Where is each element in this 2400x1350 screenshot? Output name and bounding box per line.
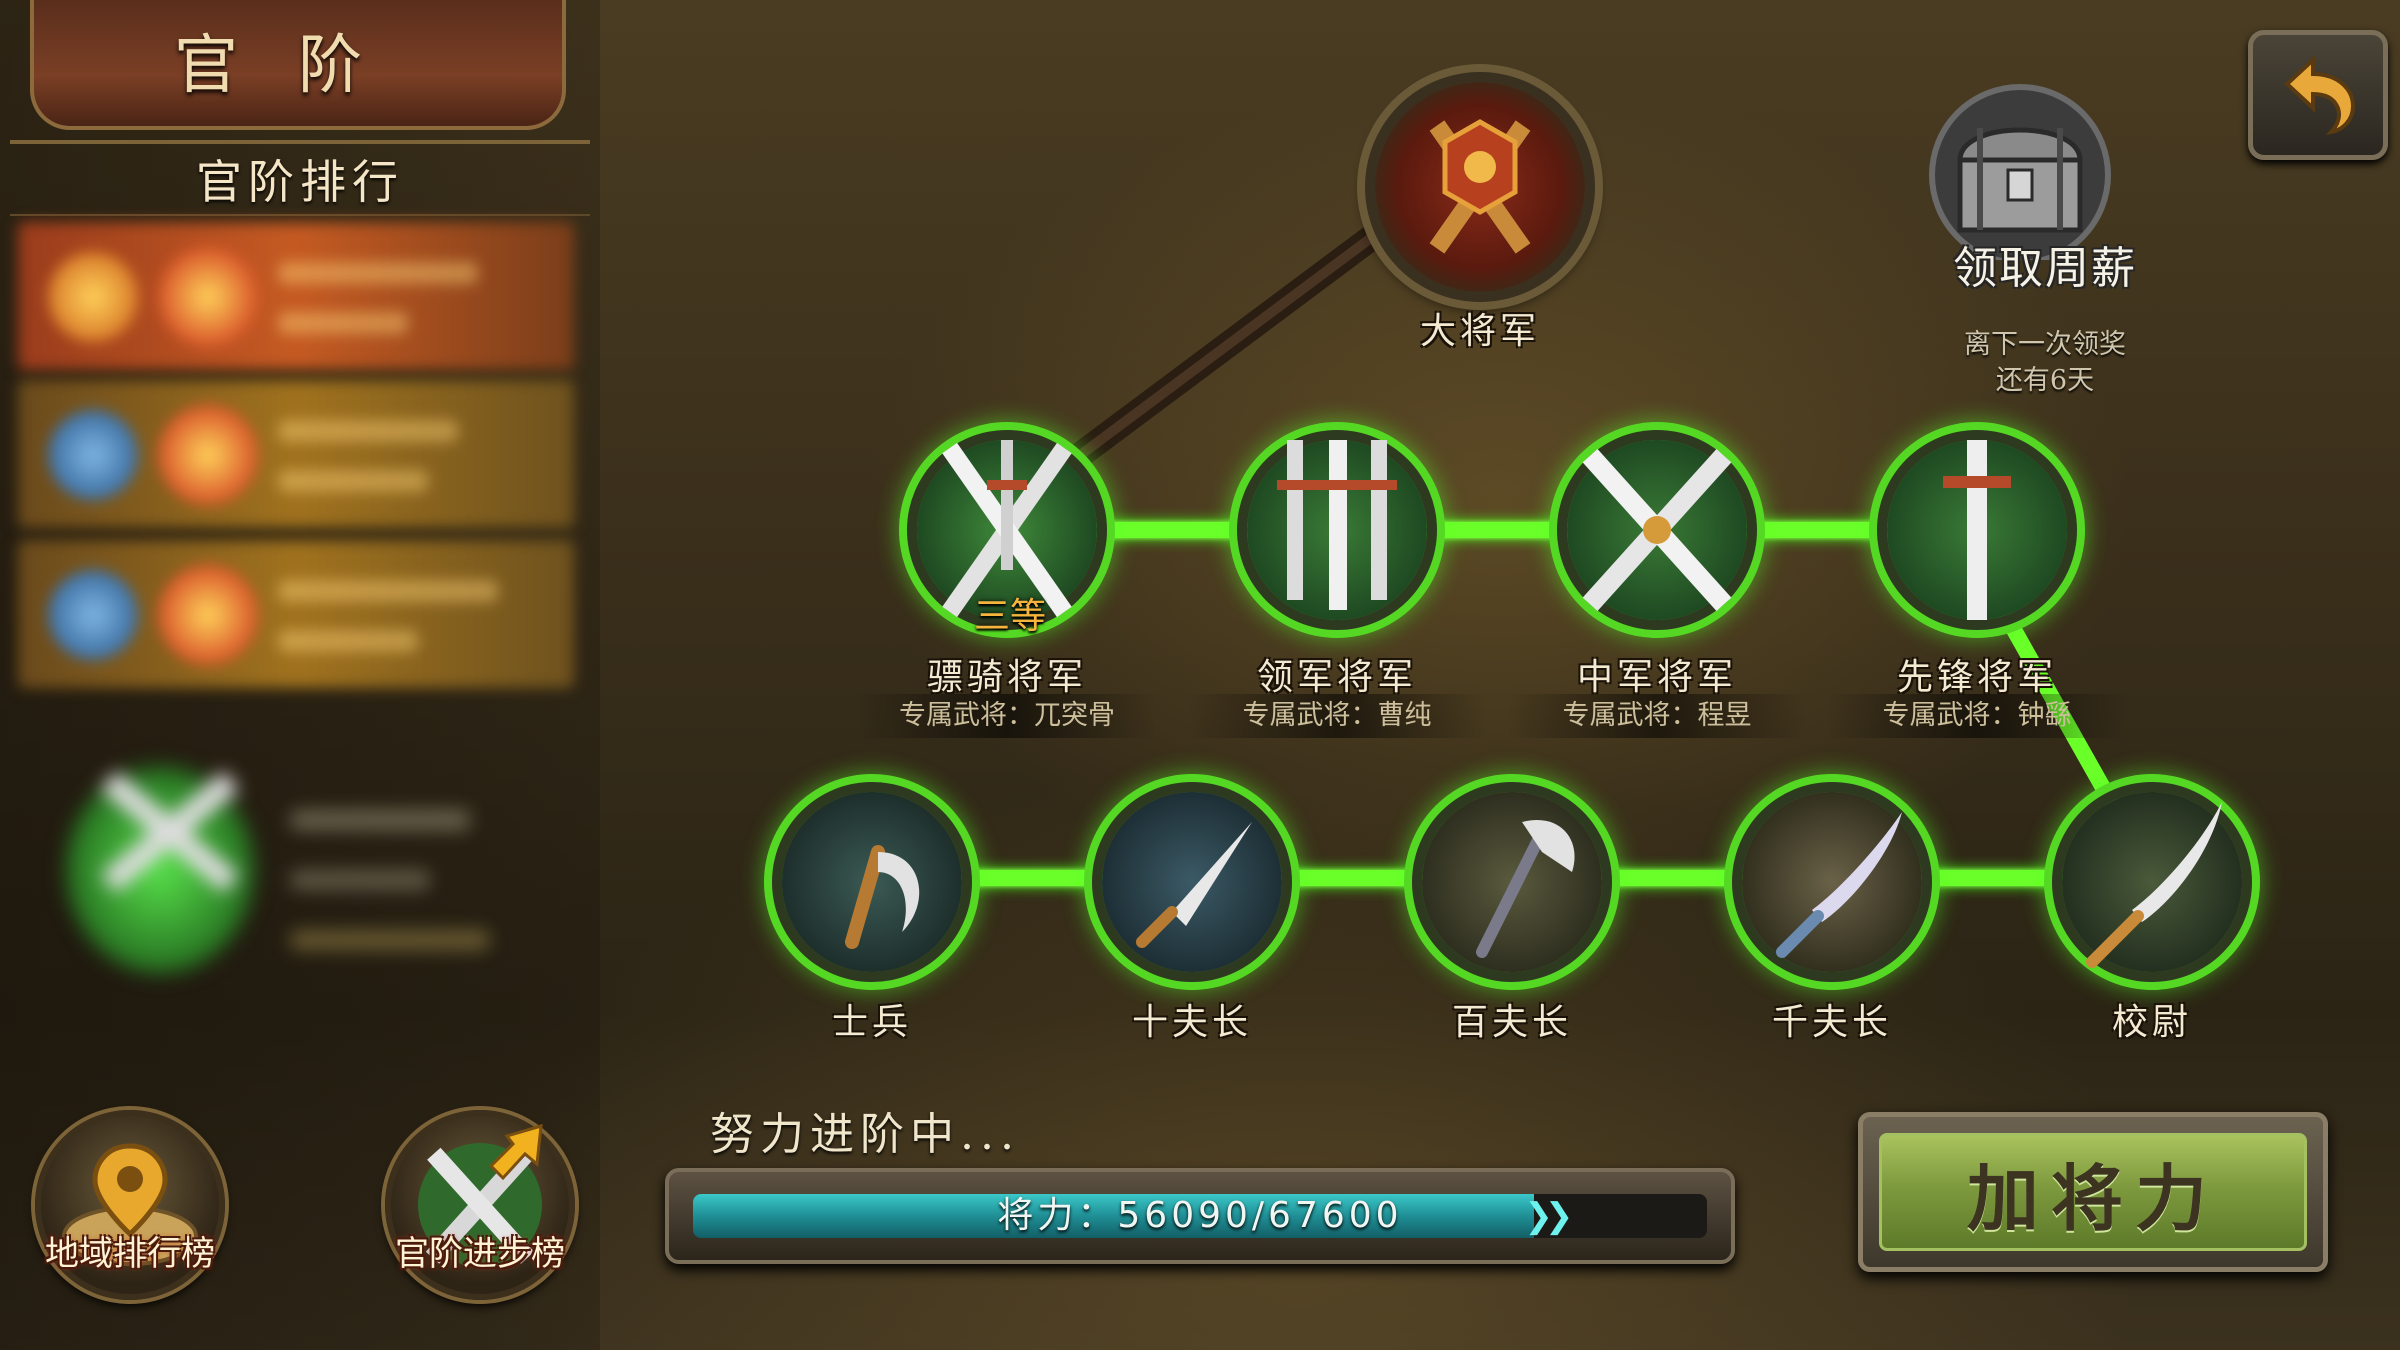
rank-label-hundred-chief: 百夫长 — [1451, 1002, 1572, 1043]
dagger-icon — [1136, 822, 1252, 948]
sword-icon — [2086, 802, 2222, 968]
exclusive-general-note: 专属武将：钟繇 — [1827, 694, 2127, 738]
game-screen: 官阶 官阶排行 地域排行榜 官阶进步榜 领取周薪 离下一次领奖 还有6天 大将军… — [0, 0, 2400, 1350]
progress-track: ❯❯ 将力：56090/67600 — [693, 1194, 1707, 1238]
rank-label-soldier: 士兵 — [831, 1002, 912, 1043]
rank-label-central-general: 中军将军 — [1576, 657, 1737, 698]
axe-icon — [1476, 820, 1575, 958]
rank-node-soldier[interactable] — [782, 792, 962, 972]
rank-node-thousand-chief[interactable] — [1742, 792, 1922, 972]
rank-label-captain: 校尉 — [2111, 1002, 2192, 1043]
rank-node-ten-chief[interactable] — [1102, 792, 1282, 972]
sickle-icon — [845, 845, 920, 949]
rank-label-thousand-chief: 千夫长 — [1771, 1002, 1892, 1043]
exclusive-general-note: 专属武将：曹纯 — [1187, 694, 1487, 738]
sword-icon — [1277, 430, 1397, 610]
grade-badge: 三等 — [973, 596, 1046, 637]
power-progress-bar: ❯❯ 将力：56090/67600 — [665, 1168, 1735, 1264]
rank-node-vanguard-general[interactable] — [1887, 420, 2067, 620]
rank-node-captain[interactable] — [2062, 792, 2242, 972]
progress-title: 努力进阶中... — [710, 1109, 1020, 1160]
add-power-button-label: 加将力 — [1879, 1133, 2307, 1251]
exclusive-general-note: 专属武将：兀突骨 — [857, 694, 1157, 738]
sword-icon — [1776, 812, 1902, 958]
add-power-button[interactable]: 加将力 — [1858, 1112, 2328, 1272]
rank-node-commander-general[interactable] — [1247, 430, 1427, 620]
sword-icon — [1943, 420, 2011, 620]
rank-node-hundred-chief[interactable] — [1422, 792, 1602, 972]
crossed-swords-icon — [1582, 448, 1732, 612]
rank-label-cavalry-general: 骠骑将军 — [926, 657, 1087, 698]
rank-node-central-general[interactable] — [1567, 440, 1747, 620]
rank-label-ten-chief: 十夫长 — [1131, 1002, 1252, 1043]
rank-label-commander-general: 领军将军 — [1256, 657, 1417, 698]
exclusive-general-note: 专属武将：程昱 — [1507, 694, 1807, 738]
rank-label-vanguard-general: 先锋将军 — [1896, 657, 2057, 698]
power-value-text: 将力：56090/67600 — [997, 1195, 1403, 1236]
